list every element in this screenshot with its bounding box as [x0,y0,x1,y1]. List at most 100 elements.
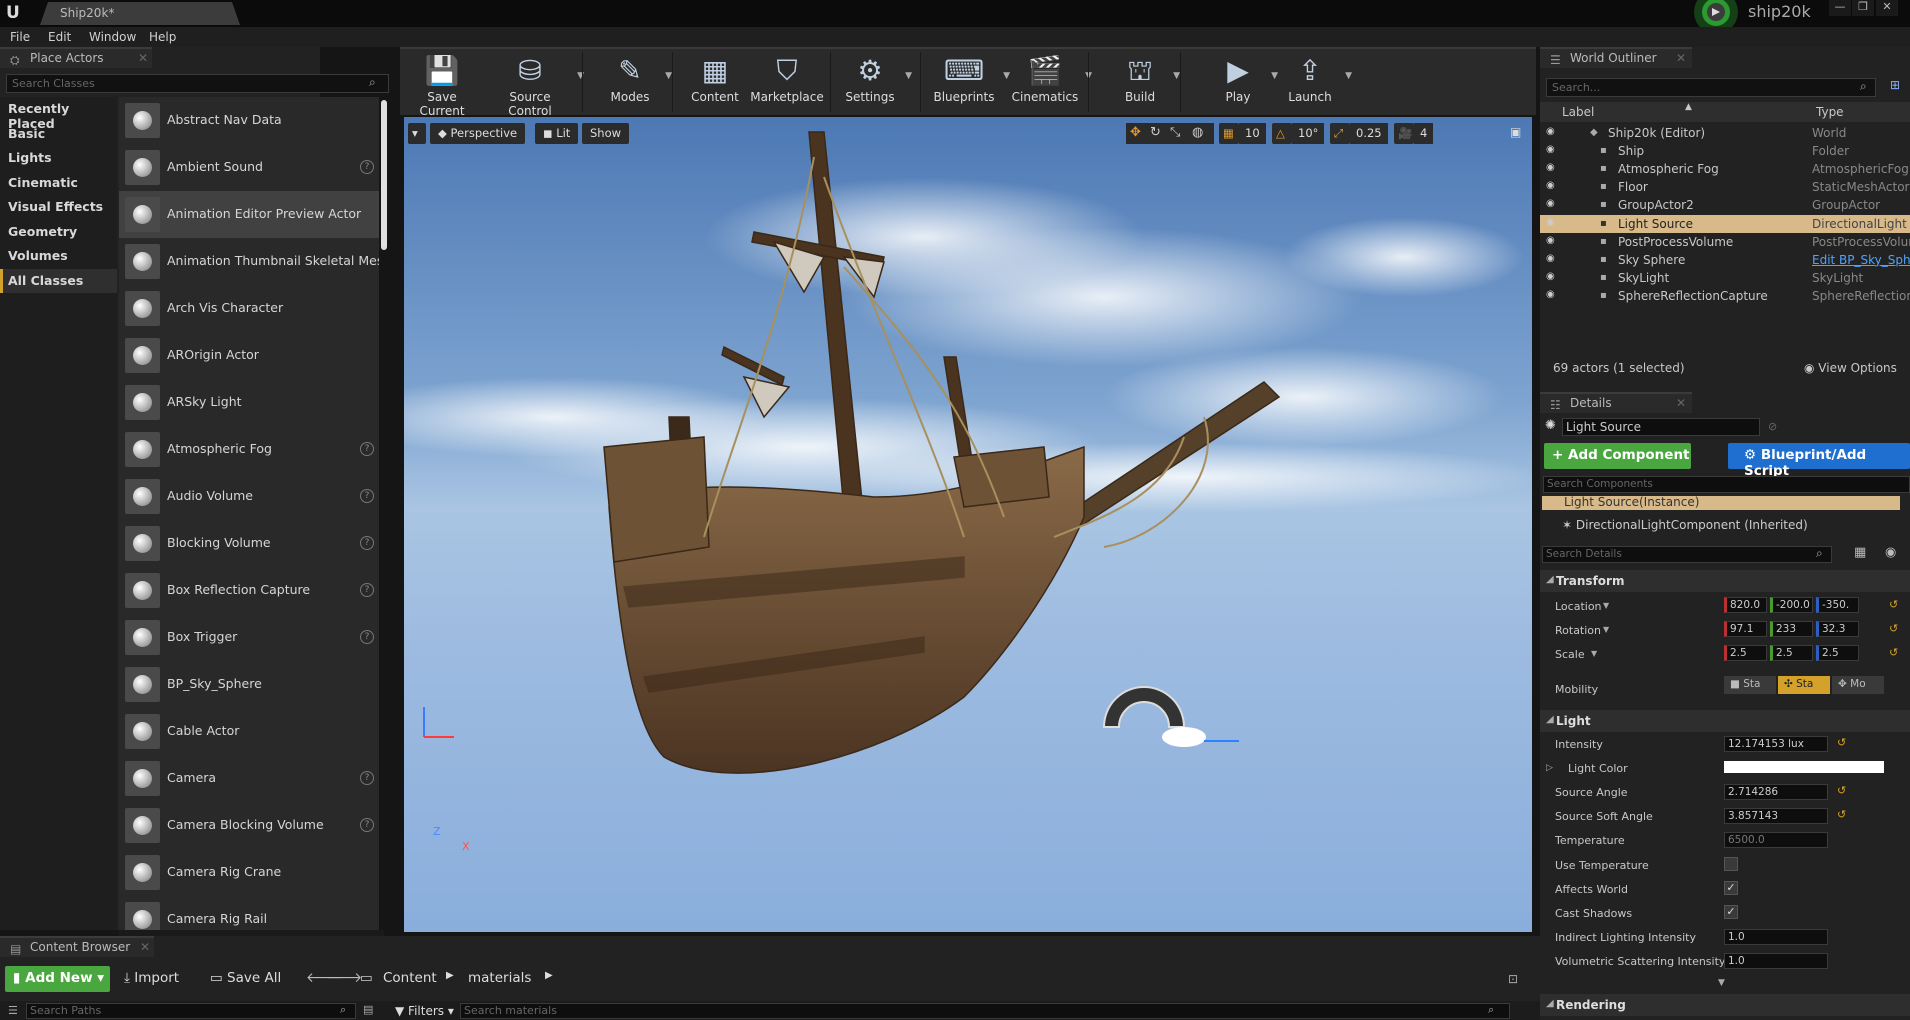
grid-snap-icon[interactable]: ▦ [1219,123,1239,144]
perspective-button[interactable]: ◆ Perspective [430,123,526,144]
transform-tools[interactable]: ✥ ↻ ⤡ ◍ [1126,123,1214,144]
add-new-button[interactable]: ▮ Add New ▾ [5,966,110,992]
mobility-option-button[interactable]: ✣ Sta [1778,676,1830,694]
transform-location-z-field[interactable]: -350. [1816,597,1859,613]
category-all-classes[interactable]: All Classes [0,268,117,293]
document-tab[interactable]: Ship20k* [40,2,240,25]
collapse-icon[interactable]: ◢ [1546,714,1554,725]
list-item[interactable]: BP_Sky_Sphere [119,661,379,708]
lit-button[interactable]: ◼ Lit [535,123,579,144]
collapse-icon[interactable]: ◢ [1546,998,1554,1009]
search-icon[interactable]: ⌕ [340,1003,346,1017]
scale-snap-icon[interactable]: ⤢ [1330,123,1350,144]
help-icon[interactable]: ? [360,536,374,550]
toolbar-blueprints-button[interactable]: ⌨ Blueprints ▼ [930,49,1010,115]
grid-snap-value[interactable]: 10 [1239,123,1266,144]
search-paths-input[interactable]: Search Paths [26,1003,356,1019]
row-type[interactable]: Edit BP_Sky_Sph [1812,253,1910,267]
light-color-swatch[interactable] [1724,761,1884,774]
table-row[interactable]: ◉ ▪ Floor StaticMeshActor [1540,178,1910,196]
actor-list-scrollbar[interactable] [381,100,387,250]
list-item[interactable]: ARSky Light [119,379,379,426]
sources-toggle-icon[interactable]: ☰ [8,1004,18,1017]
category-lights[interactable]: Lights [0,146,117,170]
reset-to-default-icon[interactable]: ↺ [1837,808,1846,821]
table-row[interactable]: ◉ ▪ GroupActor2 GroupActor [1540,196,1910,214]
tab-place-actors[interactable]: ⛭ Place Actors ✕ [0,47,152,68]
help-icon[interactable]: ? [360,489,374,503]
table-row[interactable]: ◉ ▪ Atmospheric Fog AtmosphericFog [1540,160,1910,178]
chevron-down-icon[interactable]: ▼ [1271,71,1278,81]
list-item[interactable]: Animation Editor Preview Actor [119,191,379,238]
transform-location-y-field[interactable]: -200.0 [1770,597,1813,613]
search-icon[interactable]: ⌕ [1488,1003,1494,1017]
chevron-down-icon[interactable]: ▼ [665,71,672,81]
toolbar-marketplace-button[interactable]: ⛉ Marketplace [748,49,826,115]
category-basic[interactable]: Basic [0,122,117,146]
chevron-down-icon[interactable]: ▼ [1173,71,1180,81]
list-item[interactable]: Audio Volume? [119,473,379,520]
lock-icon[interactable]: ⊘ [1768,420,1777,433]
eye-icon[interactable]: ◉ [1885,545,1896,560]
forward-icon[interactable]: 🡒 [326,966,362,992]
toolbar-build-button[interactable]: ⛫ Build ▼ [1112,49,1180,115]
toolbar-source-control-button[interactable]: ⛁ Source Control ▼ [488,49,584,118]
search-icon[interactable]: ⌕ [1816,546,1823,561]
list-item[interactable]: Cable Actor [119,708,379,755]
light-indirect-field[interactable]: 1.0 [1724,928,1828,945]
reset-to-default-icon[interactable]: ↺ [1889,598,1898,611]
list-item[interactable]: Camera Blocking Volume? [119,802,379,849]
search-classes-input[interactable]: Search Classes [6,74,389,93]
list-item[interactable]: Blocking Volume? [119,520,379,567]
list-item[interactable]: Arch Vis Character [119,285,379,332]
menu-help[interactable]: Help [149,30,176,44]
category-geometry[interactable]: Geometry [0,220,117,244]
close-tab-icon[interactable]: ✕ [138,51,148,65]
reset-to-default-icon[interactable]: ↺ [1837,784,1846,797]
transform-rotation-label[interactable]: Rotation [1555,624,1601,637]
expand-icon[interactable]: ▷ [1546,763,1553,773]
mobility-option-button[interactable]: ■ Sta [1724,676,1776,694]
transform-section[interactable]: Transform [1540,570,1910,592]
col-label[interactable]: Label [1562,105,1594,119]
close-tab-icon[interactable]: ✕ [1676,51,1686,65]
toolbar-content-button[interactable]: ▦ Content [690,49,740,115]
viewport-options-button[interactable]: ▾ [408,123,426,144]
list-item[interactable]: Box Reflection Capture? [119,567,379,614]
light-source-angle-field[interactable]: 2.714286 [1724,784,1828,801]
light-cast-shadows-checkbox[interactable]: ✓ [1724,904,1738,919]
table-row[interactable]: ◉ ▪ Light Source DirectionalLight [1540,214,1910,233]
transform-scale-z-field[interactable]: 2.5 [1816,645,1859,661]
minimize-icon[interactable]: — [1829,0,1851,16]
toolbar-play-button[interactable]: ▶ Play ▼ [1210,49,1278,115]
component-root[interactable]: Light Source(Instance) [1542,496,1900,510]
path-content[interactable]: Content [383,966,437,992]
actor-name-field[interactable]: Light Source [1562,418,1760,436]
toolbar-cinematics-button[interactable]: 🎬Cinematics▼ [1010,49,1092,115]
light-volumetric-field[interactable]: 1.0 [1724,952,1828,969]
collapse-icon[interactable]: ◢ [1546,574,1554,585]
close-icon[interactable]: ✕ [1876,0,1898,16]
help-icon[interactable]: ? [360,771,374,785]
transform-rotation-z-field[interactable]: 32.3 [1816,621,1859,637]
help-icon[interactable]: ? [360,630,374,644]
reset-to-default-icon[interactable]: ↺ [1889,622,1898,635]
visibility-eye-icon[interactable]: ◉ [1546,217,1555,228]
visibility-eye-icon[interactable]: ◉ [1546,289,1555,300]
add-component-button[interactable]: + Add Component [1544,443,1691,469]
filters-button[interactable]: ▼ Filters ▾ [395,1004,454,1018]
tab-world-outliner[interactable]: ☰ World Outliner ✕ [1540,47,1692,68]
list-view-icon[interactable]: ▤ [363,1003,373,1016]
component-child[interactable]: ✶ DirectionalLightComponent (Inherited) [1562,518,1808,532]
table-row[interactable]: ◉ ▪ PostProcessVolume PostProcessVolum [1540,233,1910,251]
category-recently-placed[interactable]: Recently Placed [0,97,117,131]
grid-view-icon[interactable]: ▦ [1854,545,1866,560]
lock-icon[interactable]: ⊡ [1508,972,1518,986]
reset-to-default-icon[interactable]: ↺ [1889,646,1898,659]
list-item[interactable]: Abstract Nav Data [119,97,379,144]
close-tab-icon[interactable]: ✕ [140,940,150,954]
tab-content-browser[interactable]: ▤ Content Browser ✕ [0,936,154,957]
light-section[interactable]: Light [1540,710,1910,732]
rotation-snap-value[interactable]: 10° [1292,123,1325,144]
rendering-section[interactable]: Rendering [1540,994,1910,1016]
